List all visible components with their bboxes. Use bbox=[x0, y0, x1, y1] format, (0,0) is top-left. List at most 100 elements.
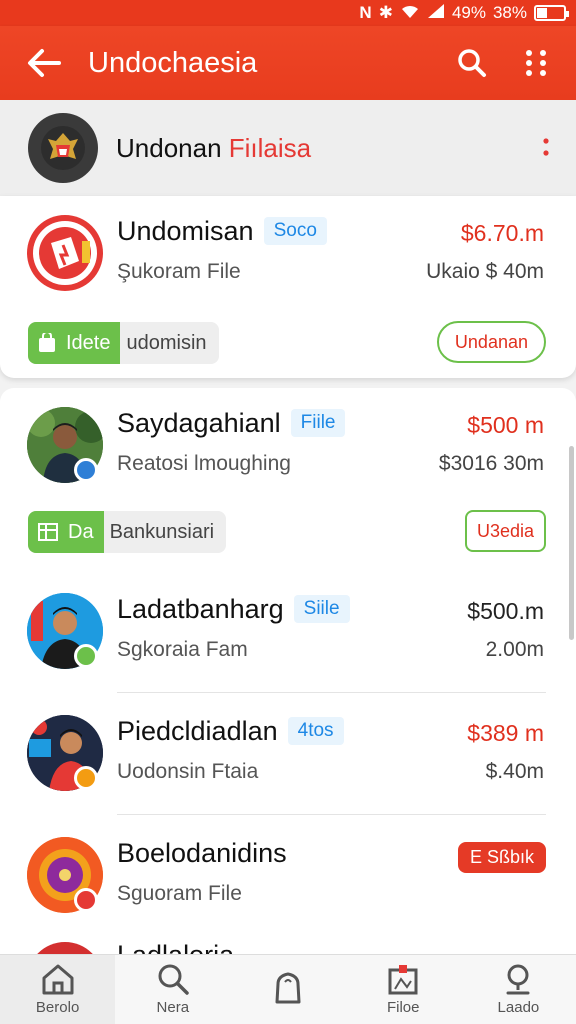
group-header[interactable]: Undonan Fiılaisa bbox=[0, 100, 576, 196]
status-bar: N ✱ 49% 38% bbox=[0, 0, 576, 26]
more-options-button[interactable] bbox=[504, 26, 568, 100]
chip-green-segment: Da bbox=[28, 511, 104, 553]
item-action-button[interactable]: Undanan bbox=[436, 321, 546, 363]
arrow-left-icon bbox=[28, 49, 61, 77]
list-item[interactable]: Boelodanidins Sguoram File E Sßbık bbox=[0, 818, 576, 938]
verified-badge-icon bbox=[74, 644, 98, 668]
app-bar: Undochaesia bbox=[0, 26, 576, 100]
divider bbox=[117, 814, 546, 815]
item-title-text: Ladlaloria bbox=[117, 940, 234, 954]
item-subtitle: Sgkoraia Fam bbox=[117, 638, 248, 661]
wifi-icon bbox=[400, 3, 420, 24]
item-subprice: $3016 30m bbox=[438, 452, 544, 475]
action-chip[interactable]: Da Bankunsiari bbox=[28, 511, 227, 553]
item-price: $500.m bbox=[467, 598, 544, 624]
item-title: Undomisan Soco bbox=[117, 216, 327, 247]
nav-item-profile[interactable]: Laado bbox=[461, 955, 576, 1024]
group-more-button[interactable] bbox=[516, 137, 576, 159]
listing-card: Undomisan Soco Şukoram File $6.70.m Ukaio… bbox=[0, 196, 576, 378]
status-badge-icon bbox=[74, 888, 98, 912]
divider bbox=[117, 692, 546, 693]
bottom-navigation: Berolo Nera Filoe Laado bbox=[0, 954, 576, 1024]
page-title: Undochaesia bbox=[88, 46, 258, 79]
list-item[interactable]: Ladatbanharg Siile Sgkoraia Fam $500.m 2.… bbox=[0, 574, 576, 694]
nav-item-home[interactable]: Berolo bbox=[0, 955, 116, 1024]
item-title-text: Boelodanidins bbox=[117, 838, 287, 868]
sim-percent: 49% bbox=[451, 3, 486, 22]
more-vert-icon bbox=[543, 138, 549, 156]
item-title-text: Piedcldiadlan bbox=[117, 716, 278, 746]
flame-badge-icon bbox=[74, 766, 98, 790]
item-subtitle: Uodonsin Ftaia bbox=[117, 760, 259, 783]
item-title: Boelodanidins bbox=[117, 838, 287, 869]
nav-label: Filoe bbox=[386, 999, 420, 1016]
signal-icon bbox=[427, 3, 445, 24]
search-button[interactable] bbox=[440, 26, 504, 100]
item-badge: E Sßbık bbox=[457, 842, 546, 873]
bag-icon bbox=[39, 333, 55, 352]
search-icon bbox=[458, 49, 486, 77]
item-title: Piedcldiadlan 4tos bbox=[117, 716, 344, 747]
item-action-button[interactable]: U3edia bbox=[464, 510, 546, 552]
more-vert-icon bbox=[526, 50, 546, 76]
item-tag: Fiile bbox=[290, 409, 346, 437]
group-name-accent: Fiılaisa bbox=[228, 132, 312, 163]
listing-card: Saydagahianl Fiile Reatosi lmoughing $500… bbox=[0, 388, 576, 954]
home-icon bbox=[42, 964, 74, 995]
group-avatar bbox=[28, 113, 98, 183]
item-subprice: $.40m bbox=[485, 760, 544, 783]
bluetooth-icon: ✱ bbox=[378, 3, 393, 22]
item-subtitle: Şukoram File bbox=[117, 260, 241, 283]
item-subprice: 2.00m bbox=[485, 638, 544, 661]
nav-item-shop[interactable] bbox=[230, 955, 345, 1024]
item-title: Ladatbanharg Siile bbox=[117, 594, 350, 625]
nav-label: Nera bbox=[156, 999, 190, 1016]
battery-icon bbox=[534, 5, 569, 21]
group-name-main: Undonan bbox=[116, 132, 229, 163]
item-title-text: Saydagahianl bbox=[117, 408, 281, 438]
item-title-text: Ladatbanharg bbox=[117, 594, 284, 624]
network-icon: N bbox=[359, 3, 372, 22]
verified-badge-icon bbox=[74, 458, 98, 482]
list-item[interactable]: Ladlaloria bbox=[0, 936, 576, 954]
nav-label: Berolo bbox=[35, 999, 80, 1016]
item-title: Ladlaloria bbox=[117, 940, 234, 954]
item-tag: Soco bbox=[263, 217, 327, 245]
item-tag: 4tos bbox=[287, 717, 344, 745]
profile-icon bbox=[506, 964, 530, 995]
nav-label: Laado bbox=[497, 999, 540, 1016]
item-avatar bbox=[27, 942, 103, 954]
emblem-icon bbox=[41, 126, 85, 170]
item-avatar bbox=[27, 215, 103, 291]
list-item[interactable]: Undomisan Soco Şukoram File $6.70.m Ukaio… bbox=[0, 196, 576, 316]
file-icon bbox=[388, 965, 418, 995]
group-name: Undonan Fiılaisa bbox=[116, 133, 516, 164]
item-price: $6.70.m bbox=[460, 220, 544, 246]
grid-icon bbox=[38, 523, 58, 541]
list-item[interactable]: Piedcldiadlan 4tos Uodonsin Ftaia $389 m … bbox=[0, 696, 576, 816]
list-item[interactable]: Saydagahianl Fiile Reatosi lmoughing $500… bbox=[0, 388, 576, 508]
chip-label: Bankunsiari bbox=[109, 520, 215, 543]
item-title: Saydagahianl Fiile bbox=[117, 408, 346, 439]
battery-percent: 38% bbox=[492, 3, 527, 22]
item-tag: Siile bbox=[293, 595, 350, 623]
nav-item-files[interactable]: Filoe bbox=[346, 955, 461, 1024]
chip-icon-text: Da bbox=[68, 520, 94, 543]
chip-label: udomisin bbox=[126, 331, 207, 354]
item-subtitle: Reatosi lmoughing bbox=[117, 452, 291, 475]
nav-item-search[interactable]: Nera bbox=[115, 955, 230, 1024]
item-price: $389 m bbox=[467, 720, 544, 746]
scrollbar[interactable] bbox=[569, 446, 574, 640]
item-title-text: Undomisan bbox=[117, 216, 254, 246]
action-row: Idete udomisin Undanan bbox=[0, 317, 576, 369]
back-button[interactable] bbox=[0, 26, 88, 100]
search-icon bbox=[158, 964, 189, 995]
chip-icon-text: Idete bbox=[66, 331, 111, 354]
chip-green-segment: Idete bbox=[28, 322, 121, 364]
action-chip[interactable]: Idete udomisin bbox=[28, 322, 219, 364]
item-subprice: Ukaio $ 40m bbox=[426, 260, 544, 283]
item-subtitle: Sguoram File bbox=[117, 882, 242, 905]
item-price: $500 m bbox=[467, 412, 544, 438]
bag-icon bbox=[275, 972, 301, 1003]
action-row: Da Bankunsiari U3edia bbox=[0, 506, 576, 558]
